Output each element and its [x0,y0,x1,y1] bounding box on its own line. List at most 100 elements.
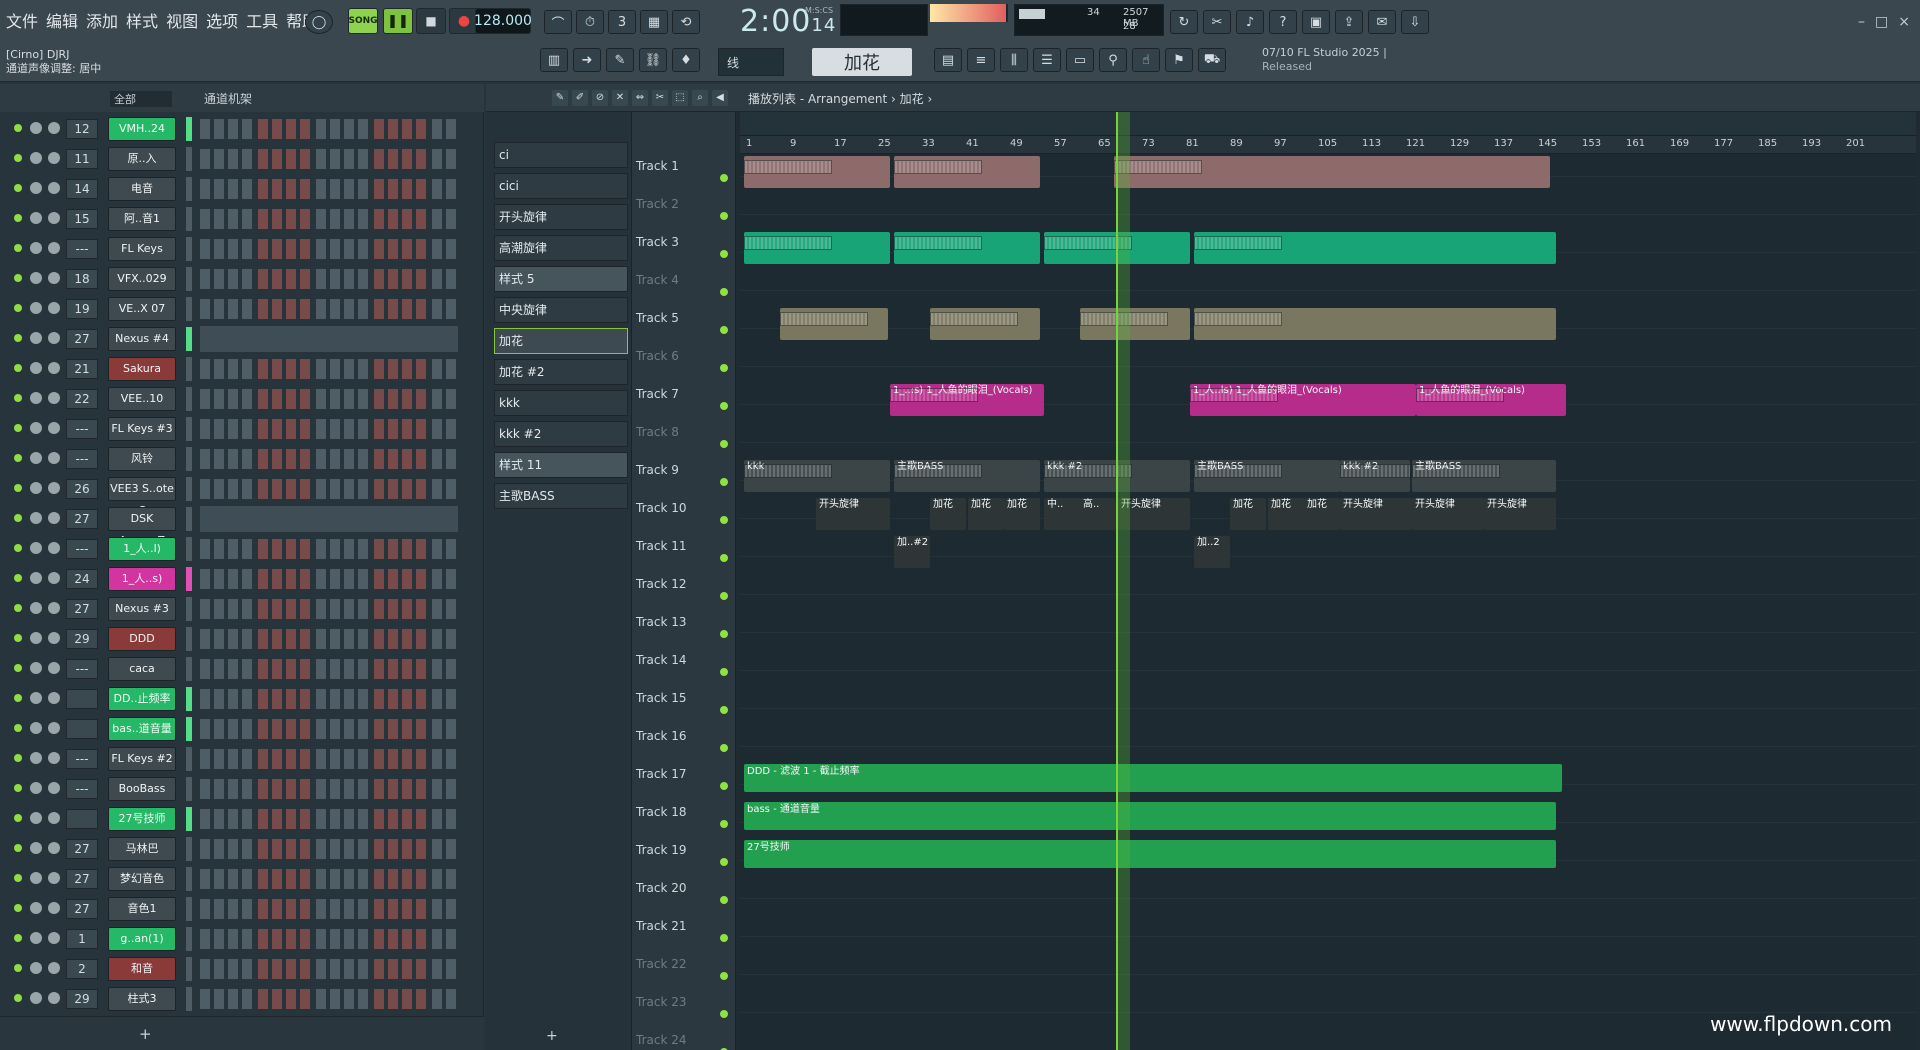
volume-knob-icon[interactable] [48,602,60,614]
mixer-track-number[interactable]: --- [66,419,98,439]
pattern-picker-item[interactable]: kkk [494,390,628,416]
track-header[interactable]: Track 20 [632,876,736,914]
track-led-icon[interactable] [720,554,728,562]
channel-led-icon[interactable] [14,544,22,552]
mixer-track-number[interactable]: 27 [66,329,98,349]
track-header[interactable]: Track 4 [632,268,736,306]
plugin-icon[interactable]: ⚲ [1099,48,1127,72]
pan-knob-icon[interactable] [30,122,42,134]
brush-tool-icon[interactable]: ✐ [572,90,588,106]
channel-name-button[interactable]: BooBass [108,777,176,801]
song-mode-button[interactable]: SONG [348,8,378,34]
channel-select[interactable] [186,717,192,741]
mixer-track-number[interactable]: 27 [66,509,98,529]
channel-led-icon[interactable] [14,424,22,432]
mixer-track-number[interactable]: 21 [66,359,98,379]
chat-icon[interactable]: ✉ [1368,10,1396,34]
step-sequencer[interactable] [200,479,458,499]
track-header[interactable]: Track 23 [632,990,736,1028]
playhead[interactable] [1116,112,1130,1050]
pan-knob-icon[interactable] [30,512,42,524]
step-sequencer[interactable] [200,659,458,679]
pan-knob-icon[interactable] [30,152,42,164]
channel-name-button[interactable]: 柱式3 [108,987,176,1011]
channel-name-button[interactable]: 1_人..s) [108,567,176,591]
mixer-track-number[interactable] [66,809,98,829]
channel-name-button[interactable]: FL Keys #2 [108,747,176,771]
mixer-track-number[interactable]: --- [66,779,98,799]
clip-track5-b[interactable] [930,308,1040,340]
link-icon[interactable]: ⛓ [639,48,667,72]
track-led-icon[interactable] [720,858,728,866]
channel-led-icon[interactable] [14,124,22,132]
clip-track9-kkk[interactable]: kkk [744,460,890,492]
pattern-picker-item[interactable]: ci [494,142,628,168]
volume-knob-icon[interactable] [48,902,60,914]
clip-track20-automation[interactable]: bass - 通道音量 [744,802,1556,830]
channel-led-icon[interactable] [14,934,22,942]
cut-icon[interactable]: ✂ [1203,10,1231,34]
channel-select[interactable] [186,207,192,231]
step-sequencer[interactable] [200,869,458,889]
pan-knob-icon[interactable] [30,302,42,314]
countdown-icon[interactable]: 3 [608,10,636,34]
pan-knob-icon[interactable] [30,752,42,764]
clip-track10-d[interactable]: 加花 [1004,498,1040,530]
track-header[interactable]: Track 14 [632,648,736,686]
channel-select[interactable] [186,627,192,651]
pan-knob-icon[interactable] [30,632,42,644]
channel-led-icon[interactable] [14,694,22,702]
undo-icon[interactable]: ↻ [1170,10,1198,34]
track-header[interactable]: Track 5 [632,306,736,344]
menu-edit[interactable]: 编辑 [46,8,78,32]
channel-led-icon[interactable] [14,274,22,282]
track-led-icon[interactable] [720,630,728,638]
channel-name-button[interactable]: bas..道音量 [108,717,176,741]
pattern-picker-item[interactable]: 样式 5 [494,266,628,292]
pan-knob-icon[interactable] [30,212,42,224]
step-sequencer[interactable] [200,899,458,919]
channel-select[interactable] [186,117,192,141]
track-led-icon[interactable] [720,174,728,182]
channel-led-icon[interactable] [14,604,22,612]
mixer-track-number[interactable]: 27 [66,599,98,619]
channel-name-button[interactable]: VEE3 S..ote C [108,477,176,517]
volume-knob-icon[interactable] [48,422,60,434]
pattern-picker-item[interactable]: 样式 11 [494,452,628,478]
step-sequencer[interactable] [200,299,458,319]
track-led-icon[interactable] [720,668,728,676]
menu-pattern[interactable]: 样式 [126,8,158,32]
channel-led-icon[interactable] [14,664,22,672]
channel-select[interactable] [186,477,192,501]
channel-rack-icon[interactable]: ≡ [967,48,995,72]
mixer-track-number[interactable]: 29 [66,989,98,1009]
track-led-icon[interactable] [720,1010,728,1018]
channel-select[interactable] [186,657,192,681]
volume-knob-icon[interactable] [48,782,60,794]
channel-name-button[interactable]: DSK A..eamZ [108,507,176,547]
track-led-icon[interactable] [720,516,728,524]
channel-select[interactable] [186,147,192,171]
track-led-icon[interactable] [720,896,728,904]
track-header[interactable]: Track 7 [632,382,736,420]
pan-knob-icon[interactable] [30,572,42,584]
track-header[interactable]: Track 12 [632,572,736,610]
volume-knob-icon[interactable] [48,242,60,254]
pattern-picker-item[interactable]: 加花 #2 [494,359,628,385]
step-sequencer[interactable] [200,539,458,559]
menu-add[interactable]: 添加 [86,8,118,32]
channel-name-button[interactable]: 风铃 [108,447,176,471]
track-header[interactable]: Track 24 [632,1028,736,1050]
channel-name-button[interactable]: 27号技师 [108,807,176,831]
channel-name-button[interactable]: Nexus #3 [108,597,176,621]
track-header[interactable]: Track 21 [632,914,736,952]
timeline-overview[interactable] [740,112,1916,136]
channel-led-icon[interactable] [14,244,22,252]
piano-roll-preview[interactable] [200,506,458,532]
track-header[interactable]: Track 1 [632,154,736,192]
track-header[interactable]: Track 13 [632,610,736,648]
pattern-icon[interactable]: ▭ [1066,48,1094,72]
track-led-icon[interactable] [720,706,728,714]
pan-knob-icon[interactable] [30,902,42,914]
piano-roll-preview[interactable] [200,326,458,352]
